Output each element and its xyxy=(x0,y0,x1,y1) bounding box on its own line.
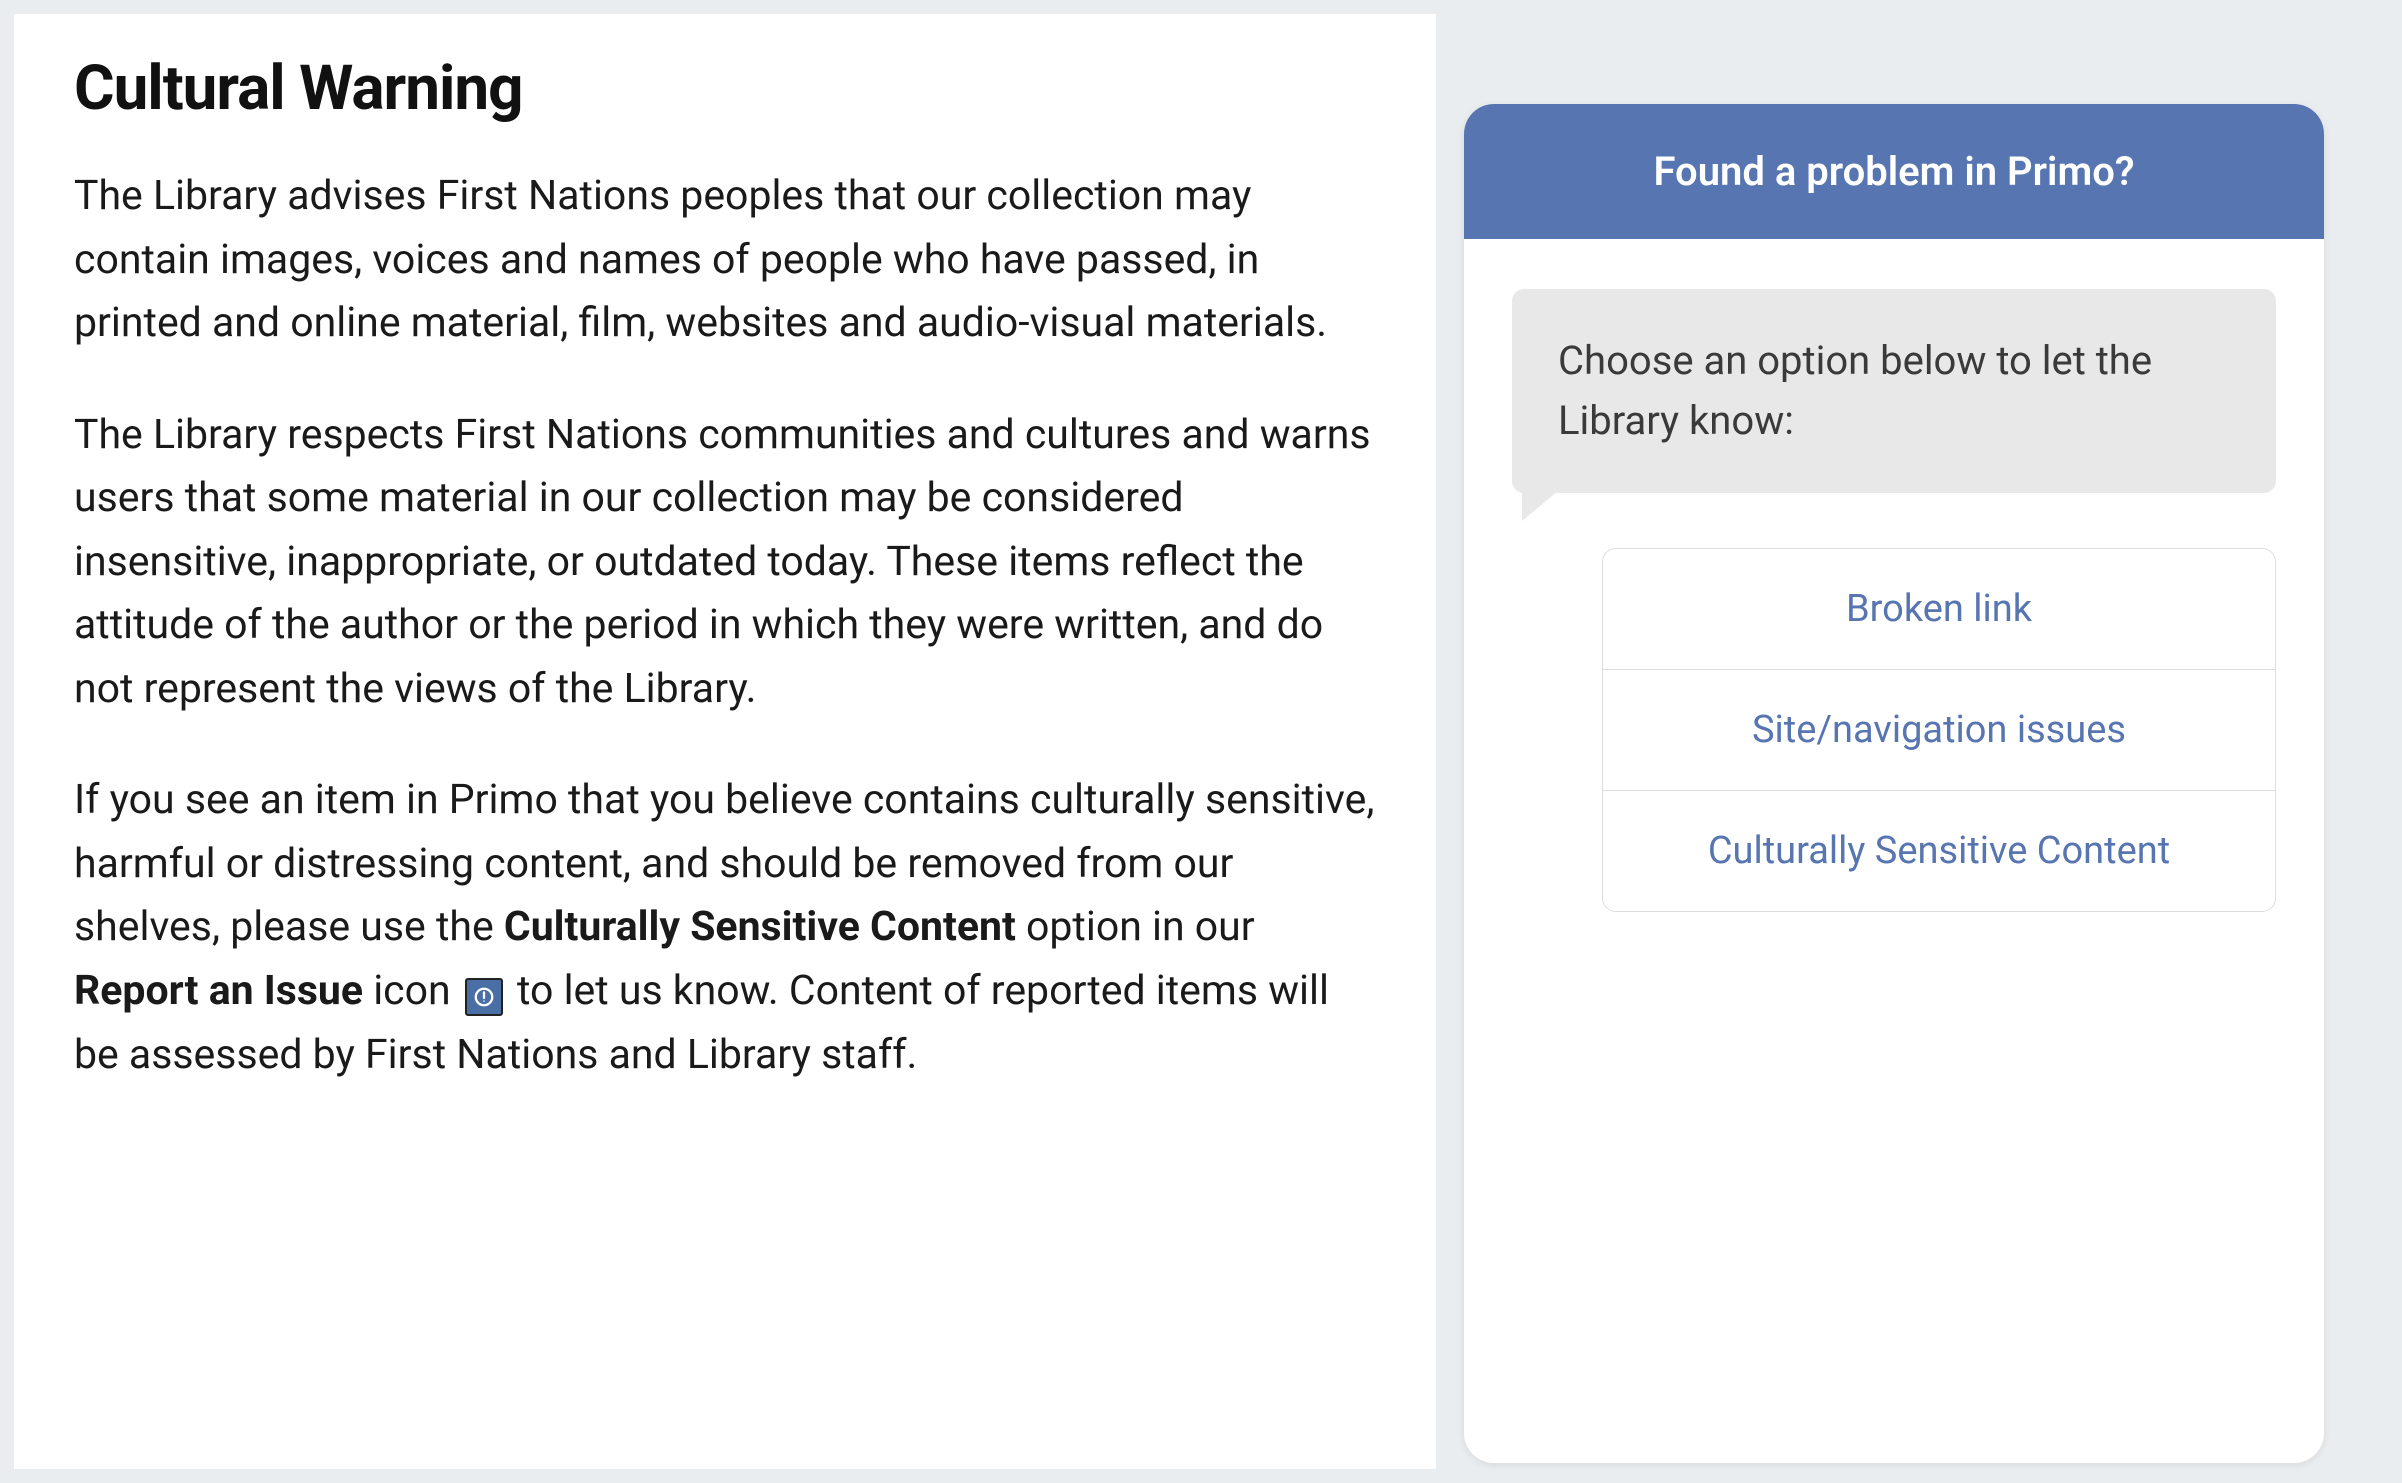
p3-bold-report-issue: Report an Issue xyxy=(74,967,363,1015)
cultural-warning-paragraph-1: The Library advises First Nations people… xyxy=(74,165,1376,356)
option-site-navigation-issues[interactable]: Site/navigation issues xyxy=(1603,670,2275,791)
alert-circle-icon xyxy=(465,978,503,1016)
cultural-warning-paragraph-3: If you see an item in Primo that you bel… xyxy=(74,769,1376,1087)
p3-text-c: icon xyxy=(363,967,461,1015)
chat-prompt-bubble: Choose an option below to let the Librar… xyxy=(1512,289,2276,493)
report-problem-chat: Found a problem in Primo? Choose an opti… xyxy=(1464,104,2324,1463)
option-culturally-sensitive-content[interactable]: Culturally Sensitive Content xyxy=(1603,791,2275,911)
chat-option-list: Broken link Site/navigation issues Cultu… xyxy=(1602,548,2276,912)
cultural-warning-card: Cultural Warning The Library advises Fir… xyxy=(14,14,1436,1469)
p3-text-b: option in our xyxy=(1016,903,1255,951)
chat-prompt-text: Choose an option below to let the Librar… xyxy=(1512,289,2276,493)
p3-bold-culturally-sensitive: Culturally Sensitive Content xyxy=(504,903,1016,951)
option-broken-link[interactable]: Broken link xyxy=(1603,549,2275,670)
cultural-warning-title: Cultural Warning xyxy=(74,52,1376,125)
bubble-tail-icon xyxy=(1522,491,1558,521)
cultural-warning-paragraph-2: The Library respects First Nations commu… xyxy=(74,404,1376,722)
chat-header: Found a problem in Primo? xyxy=(1464,104,2324,239)
